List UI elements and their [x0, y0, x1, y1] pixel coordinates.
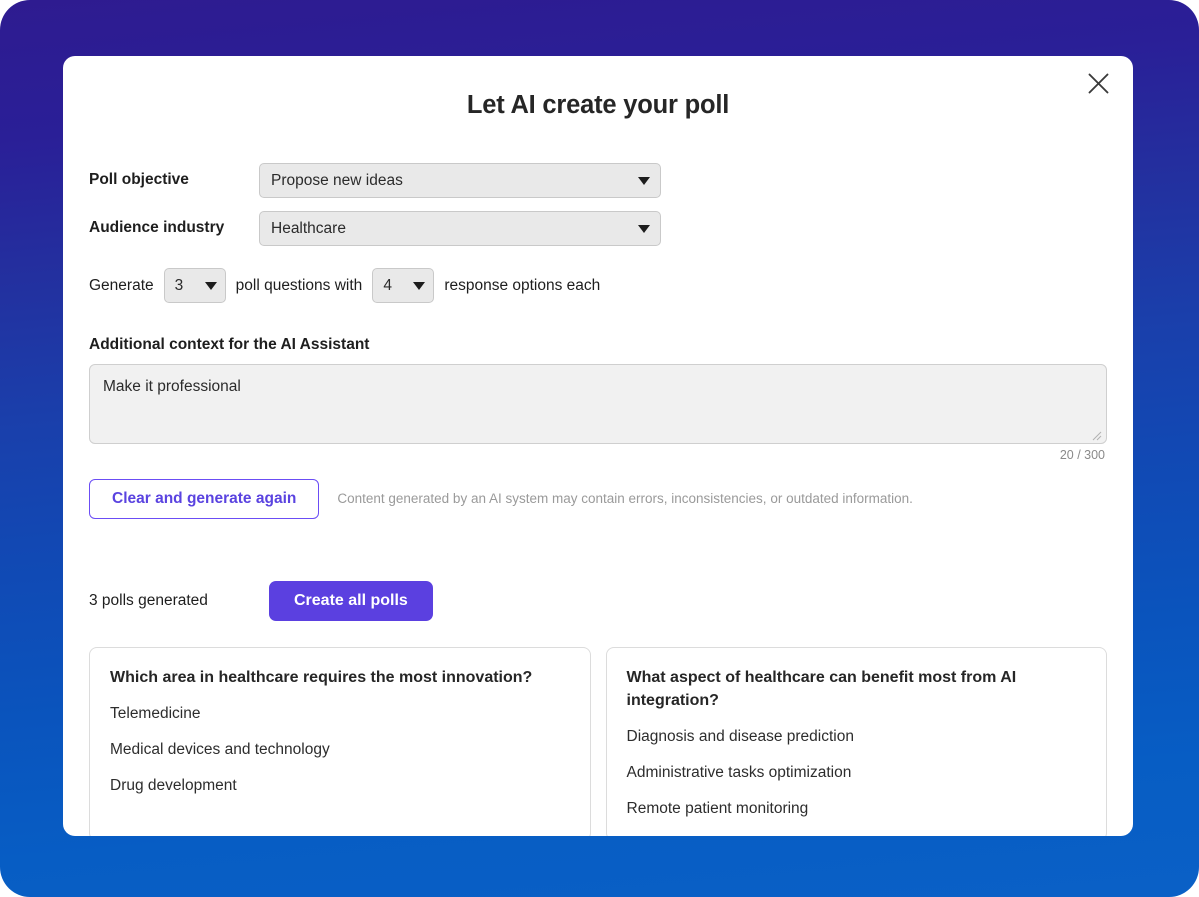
- poll-option: Telemedicine: [110, 705, 201, 723]
- audience-industry-row: Audience industry Healthcare: [89, 211, 1107, 246]
- generated-summary-row: 3 polls generated Create all polls: [89, 581, 1107, 621]
- poll-card[interactable]: Which area in healthcare requires the mo…: [89, 647, 591, 836]
- actions-row: Clear and generate again Content generat…: [89, 479, 1107, 519]
- ai-disclaimer-text: Content generated by an AI system may co…: [337, 491, 913, 507]
- questions-count-select[interactable]: 3: [163, 268, 226, 303]
- poll-cards-grid: Which area in healthcare requires the mo…: [89, 647, 1107, 836]
- poll-option: Drug development: [110, 777, 237, 795]
- character-counter: 20 / 300: [1059, 448, 1105, 462]
- audience-industry-select-wrap: Healthcare: [259, 211, 661, 246]
- options-count-select[interactable]: 4: [372, 268, 435, 303]
- close-button[interactable]: [1077, 62, 1119, 104]
- create-all-polls-button[interactable]: Create all polls: [269, 581, 433, 621]
- questions-count-select-wrap: 3: [163, 268, 226, 303]
- ai-poll-modal: Let AI create your poll Poll objective P…: [63, 56, 1133, 836]
- context-textarea[interactable]: [89, 364, 1107, 444]
- generate-middle-label: poll questions with: [235, 276, 363, 294]
- generate-counts-row: Generate 3 poll questions with 4 respons…: [89, 268, 1107, 303]
- app-background: Let AI create your poll Poll objective P…: [0, 0, 1199, 897]
- poll-question: Which area in healthcare requires the mo…: [110, 669, 533, 686]
- generate-suffix-label: response options each: [444, 276, 601, 294]
- modal-body: Poll objective Propose new ideas Audienc…: [63, 163, 1133, 836]
- context-textarea-wrap: [89, 364, 1107, 444]
- modal-title: Let AI create your poll: [466, 91, 730, 119]
- audience-industry-select[interactable]: Healthcare: [259, 211, 661, 246]
- polls-generated-label: 3 polls generated: [89, 592, 208, 609]
- poll-objective-row: Poll objective Propose new ideas: [89, 163, 1107, 198]
- poll-option: Medical devices and technology: [110, 741, 330, 759]
- poll-card[interactable]: What aspect of healthcare can benefit mo…: [605, 647, 1107, 836]
- poll-objective-select-wrap: Propose new ideas: [259, 163, 661, 198]
- context-label: Additional context for the AI Assistant: [89, 336, 370, 353]
- poll-question: What aspect of healthcare can benefit mo…: [626, 669, 1017, 710]
- clear-and-generate-again-button[interactable]: Clear and generate again: [89, 479, 320, 519]
- poll-option: Diagnosis and disease prediction: [626, 728, 854, 746]
- poll-option: Administrative tasks optimization: [626, 764, 852, 782]
- close-icon: [1087, 72, 1110, 95]
- poll-objective-label: Poll objective: [89, 171, 189, 189]
- poll-objective-select[interactable]: Propose new ideas: [259, 163, 661, 198]
- audience-industry-label: Audience industry: [89, 219, 225, 237]
- generate-prefix-label: Generate: [89, 276, 154, 294]
- options-count-select-wrap: 4: [372, 268, 435, 303]
- poll-option: Remote patient monitoring: [626, 800, 809, 818]
